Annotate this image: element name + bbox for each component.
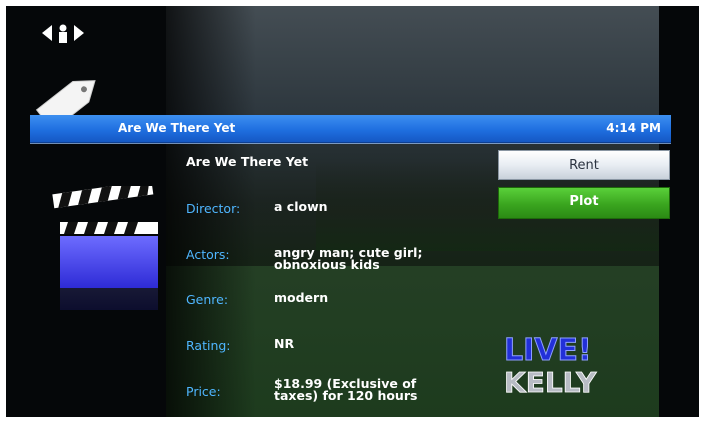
rent-button[interactable]: Rent bbox=[498, 150, 670, 180]
logo-line2: KELLY bbox=[504, 366, 597, 399]
actors-value: angry man; cute girl; obnoxious kids bbox=[274, 245, 423, 272]
logo-line1: LIVE! bbox=[504, 333, 592, 368]
rating-label: Rating: bbox=[186, 338, 231, 353]
actors-label: Actors: bbox=[186, 247, 230, 262]
media-center-screen: Are We There Yet 4:14 PM Are We There Ye… bbox=[6, 6, 699, 417]
clock: 4:14 PM bbox=[606, 121, 661, 135]
price-label: Price: bbox=[186, 384, 221, 399]
director-value: a clown bbox=[274, 199, 328, 214]
title-bar: Are We There Yet 4:14 PM bbox=[30, 115, 671, 143]
genre-value: modern bbox=[274, 290, 329, 305]
plot-button[interactable]: Plot bbox=[498, 187, 670, 219]
clapperboard-icon bbox=[52, 186, 158, 310]
price-value: $18.99 (Exclusive of taxes) for 120 hour… bbox=[274, 376, 418, 403]
genre-label: Genre: bbox=[186, 292, 229, 307]
nav-arrows-icon[interactable] bbox=[40, 22, 86, 44]
title-bar-title: Are We There Yet bbox=[118, 121, 236, 135]
live-kelly-logo: LIVE! KELLY bbox=[504, 333, 598, 400]
movie-title: Are We There Yet bbox=[186, 154, 309, 169]
director-label: Director: bbox=[186, 201, 241, 216]
rating-value: NR bbox=[274, 336, 295, 351]
title-bar-divider bbox=[30, 143, 671, 144]
